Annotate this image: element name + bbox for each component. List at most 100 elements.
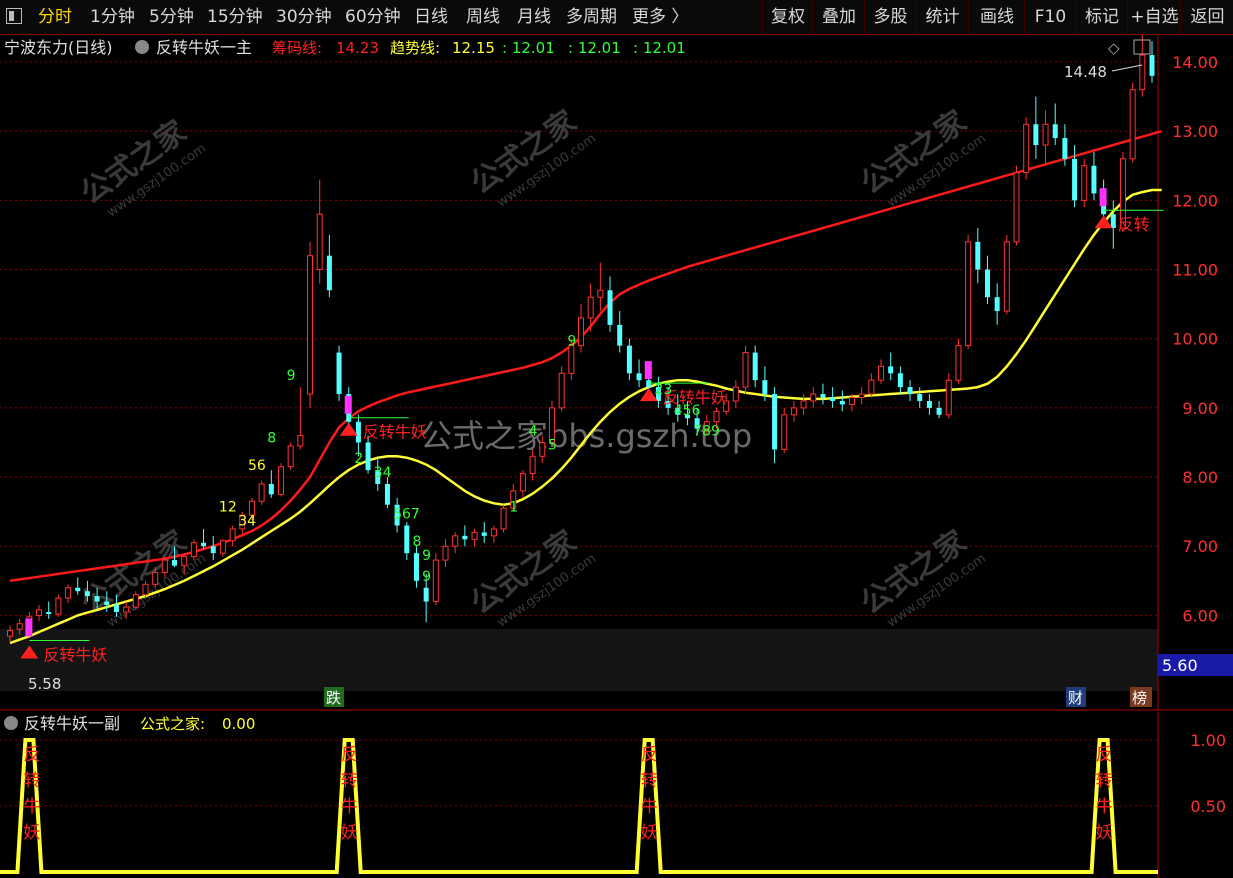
toolbar-button-6[interactable]: 标记 xyxy=(1075,0,1128,34)
tab-10[interactable]: 更多 〉 xyxy=(632,0,688,34)
sub-vertical-text-3-0: 反 xyxy=(1096,745,1113,765)
sub-vertical-text-0-1: 转 xyxy=(23,771,40,791)
candle-65 xyxy=(636,359,642,388)
candle-34 xyxy=(336,345,342,401)
toolbar-button-7[interactable]: +自选 xyxy=(1127,0,1181,34)
candle-body-64 xyxy=(626,345,632,374)
tab-7[interactable]: 周线 xyxy=(466,0,500,34)
tab-1[interactable]: 1分钟 xyxy=(90,0,135,34)
sub-vertical-text-1-3: 妖 xyxy=(341,823,358,843)
sub-dropdown-icon xyxy=(4,716,18,730)
count-label-13: 9 xyxy=(567,334,576,350)
candle-body-76 xyxy=(742,352,749,388)
legend-chip-value: 14.23 xyxy=(336,39,379,57)
candle-body-86 xyxy=(839,400,845,405)
candle-body-47 xyxy=(462,535,468,540)
candlestick-chart[interactable]: 6.00 7.00 8.00 9.00 10.00 11.00 12.00 13.00 14.0… xyxy=(0,35,1233,711)
tab-0[interactable]: 分时 xyxy=(38,0,72,34)
candle-body-117 xyxy=(1139,54,1146,91)
sub-vertical-text-2-1: 转 xyxy=(641,771,658,791)
toolbar-button-3[interactable]: 统计 xyxy=(915,0,969,34)
signal-label-3: 反转 xyxy=(1118,215,1150,234)
diamond-icon: ◇ xyxy=(1108,39,1120,57)
candle-body-9 xyxy=(94,596,100,602)
candle-6 xyxy=(65,584,72,603)
candle-91 xyxy=(888,352,894,381)
candle-47 xyxy=(462,525,468,547)
candle-101 xyxy=(984,255,990,305)
candle-63 xyxy=(617,311,623,353)
candle-94 xyxy=(917,387,923,408)
legend-trend-value: 12.15 xyxy=(452,39,495,57)
sub-y-tick-1: 1.00 xyxy=(1190,731,1226,750)
period-toolbar: 分时 1分钟 5分钟 15分钟 30分钟 60分钟 日线 周线 月线 多周期 更多 〉 复权 叠加 多股… xyxy=(0,0,1233,35)
candle-body-44 xyxy=(432,559,439,603)
signal-bar-1 xyxy=(344,395,352,414)
legend-indicator: 反转牛妖一主 xyxy=(156,38,252,57)
toolbar-button-5[interactable]: F10 xyxy=(1024,0,1076,34)
toolbar-button-1[interactable]: 叠加 xyxy=(812,0,865,34)
candle-75 xyxy=(732,380,739,408)
candle-body-89 xyxy=(868,379,875,395)
candle-44 xyxy=(432,553,439,606)
candle-body-20 xyxy=(201,542,207,547)
candle-49 xyxy=(481,522,487,543)
toolbar-button-0[interactable]: 复权 xyxy=(762,0,813,34)
candle-41 xyxy=(404,522,410,561)
count-label-5: 2 xyxy=(354,451,363,467)
toolbar-button-8[interactable]: 返回 xyxy=(1180,0,1233,34)
candle-body-111 xyxy=(1081,165,1088,201)
candle-107 xyxy=(1042,110,1049,166)
candle-body-6 xyxy=(65,587,72,599)
candle-98 xyxy=(955,338,962,384)
tab-3[interactable]: 15分钟 xyxy=(207,0,263,34)
candle-body-34 xyxy=(336,352,342,395)
candle-51 xyxy=(500,504,507,533)
candle-50 xyxy=(490,525,497,543)
candle-body-106 xyxy=(1033,124,1039,146)
candle-body-61 xyxy=(597,289,604,298)
tab-8[interactable]: 月线 xyxy=(517,0,551,34)
legend-v3: : 12.01 xyxy=(633,39,686,57)
candle-body-3 xyxy=(36,609,43,616)
candle-body-101 xyxy=(984,269,990,298)
sub-vertical-text-2-2: 牛 xyxy=(641,797,658,817)
candle-body-7 xyxy=(75,587,81,592)
y-tick-5: 11.00 xyxy=(1172,261,1218,280)
count-label-12: 5 xyxy=(548,437,557,453)
candle-body-4 xyxy=(46,611,52,615)
candle-53 xyxy=(519,470,526,498)
tab-2[interactable]: 5分钟 xyxy=(149,0,194,34)
candle-102 xyxy=(994,283,1000,325)
candle-99 xyxy=(965,234,972,350)
candle-57 xyxy=(558,366,565,412)
toolbar-button-2[interactable]: 多股 xyxy=(864,0,916,34)
tab-6[interactable]: 日线 xyxy=(414,0,448,34)
candle-body-57 xyxy=(558,372,565,409)
candle-5 xyxy=(55,594,62,617)
candle-body-85 xyxy=(830,397,836,401)
count-label-16: 456 xyxy=(674,403,701,419)
candle-body-16 xyxy=(161,559,168,574)
candle-body-87 xyxy=(848,397,855,405)
count-label-14: 1 xyxy=(509,500,518,516)
candle-90 xyxy=(878,359,885,384)
candle-3 xyxy=(36,605,43,621)
sub-indicator-chart[interactable]: 0.50 1.00 反转牛妖 反转牛妖 反转牛妖 反转牛妖 反转牛妖一副 公式之家: 0.00 xyxy=(0,712,1233,878)
candle-body-17 xyxy=(172,560,178,566)
count-label-2: 56 xyxy=(248,458,266,474)
sub-vertical-text-3-3: 妖 xyxy=(1096,823,1113,843)
tab-9[interactable]: 多周期 xyxy=(566,0,617,34)
candle-body-37 xyxy=(365,442,371,471)
candle-body-54 xyxy=(529,455,536,475)
sub-vertical-text-0-0: 反 xyxy=(23,745,40,765)
legend-chip-label: 筹码线: xyxy=(272,39,322,57)
sub-vertical-text-2-0: 反 xyxy=(641,745,658,765)
candle-body-66 xyxy=(646,380,652,388)
tab-5[interactable]: 60分钟 xyxy=(345,0,401,34)
tab-4[interactable]: 30分钟 xyxy=(276,0,332,34)
toolbar-button-4[interactable]: 画线 xyxy=(968,0,1025,34)
candle-body-43 xyxy=(423,587,429,602)
badge-die-label: 跌 xyxy=(326,689,341,707)
panel-toggle-icon[interactable] xyxy=(6,8,22,24)
